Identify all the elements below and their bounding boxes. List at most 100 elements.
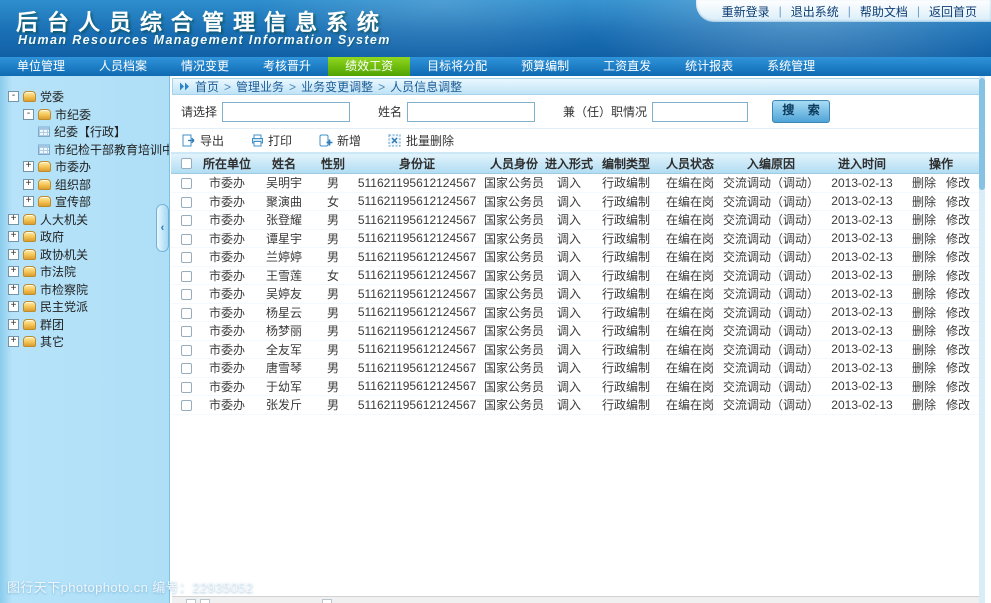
menu-item[interactable]: 预算编制 bbox=[504, 57, 586, 76]
batch-delete-button[interactable]: 批量删除 bbox=[388, 132, 454, 149]
tree-node[interactable]: +其它 bbox=[0, 333, 169, 351]
breadcrumb-item[interactable]: 人员信息调整 bbox=[390, 78, 462, 95]
menu-item[interactable]: 系统管理 bbox=[750, 57, 832, 76]
plus-icon[interactable]: + bbox=[8, 284, 19, 295]
menu-item[interactable]: 考核晋升 bbox=[246, 57, 328, 76]
edit-link[interactable]: 修改 bbox=[946, 343, 970, 357]
delete-link[interactable]: 删除 bbox=[912, 176, 936, 190]
delete-link[interactable]: 删除 bbox=[912, 361, 936, 375]
plus-icon[interactable]: + bbox=[8, 301, 19, 312]
row-checkbox[interactable] bbox=[181, 215, 192, 226]
tree-node[interactable]: -市纪委 bbox=[0, 106, 169, 124]
plus-icon[interactable]: + bbox=[8, 319, 19, 330]
plus-icon[interactable]: + bbox=[23, 179, 34, 190]
menu-item[interactable]: 工资直发 bbox=[586, 57, 668, 76]
tree-node[interactable]: +市委办 bbox=[0, 158, 169, 176]
menu-item[interactable]: 人员档案 bbox=[82, 57, 164, 76]
scrollbar-thumb[interactable] bbox=[979, 78, 985, 190]
row-checkbox[interactable] bbox=[181, 234, 192, 245]
plus-icon[interactable]: + bbox=[8, 214, 19, 225]
plus-icon[interactable]: + bbox=[23, 196, 34, 207]
header-link[interactable]: 返回首页 bbox=[929, 3, 977, 20]
row-checkbox[interactable] bbox=[181, 308, 192, 319]
edit-link[interactable]: 修改 bbox=[946, 287, 970, 301]
pager-control[interactable] bbox=[322, 599, 332, 603]
select-all-checkbox[interactable] bbox=[181, 158, 192, 169]
menu-item[interactable]: 统计报表 bbox=[668, 57, 750, 76]
delete-link[interactable]: 删除 bbox=[912, 287, 936, 301]
delete-link[interactable]: 删除 bbox=[912, 232, 936, 246]
delete-link[interactable]: 删除 bbox=[912, 195, 936, 209]
tree-node[interactable]: +政府 bbox=[0, 228, 169, 246]
row-checkbox[interactable] bbox=[181, 363, 192, 374]
pager-control[interactable] bbox=[186, 599, 196, 603]
delete-link[interactable]: 删除 bbox=[912, 306, 936, 320]
row-checkbox[interactable] bbox=[181, 345, 192, 356]
select-filter-input[interactable] bbox=[222, 102, 350, 122]
breadcrumb-item[interactable]: 首页 bbox=[195, 78, 219, 95]
delete-link[interactable]: 删除 bbox=[912, 324, 936, 338]
minus-icon[interactable]: - bbox=[8, 91, 19, 102]
row-checkbox[interactable] bbox=[181, 178, 192, 189]
edit-link[interactable]: 修改 bbox=[946, 324, 970, 338]
delete-link[interactable]: 删除 bbox=[912, 398, 936, 412]
breadcrumb-item[interactable]: 管理业务 bbox=[236, 78, 284, 95]
tree-node[interactable]: +群团 bbox=[0, 316, 169, 334]
row-checkbox[interactable] bbox=[181, 197, 192, 208]
menu-item[interactable]: 绩效工资 bbox=[328, 57, 410, 76]
tree-node[interactable]: 市纪检干部教育培训中心 bbox=[0, 141, 169, 159]
breadcrumb-item[interactable]: 业务变更调整 bbox=[301, 78, 373, 95]
edit-link[interactable]: 修改 bbox=[946, 213, 970, 227]
row-checkbox[interactable] bbox=[181, 326, 192, 337]
edit-link[interactable]: 修改 bbox=[946, 195, 970, 209]
print-button[interactable]: 打印 bbox=[251, 132, 292, 149]
header-link[interactable]: 退出系统 bbox=[791, 3, 839, 20]
name-filter-input[interactable] bbox=[407, 102, 535, 122]
edit-link[interactable]: 修改 bbox=[946, 269, 970, 283]
tree-node[interactable]: +组织部 bbox=[0, 176, 169, 194]
plus-icon[interactable]: + bbox=[8, 249, 19, 260]
row-checkbox[interactable] bbox=[181, 252, 192, 263]
concurrent-post-filter-input[interactable] bbox=[652, 102, 748, 122]
edit-link[interactable]: 修改 bbox=[946, 306, 970, 320]
tree-node[interactable]: -党委 bbox=[0, 88, 169, 106]
pager-control[interactable] bbox=[200, 599, 210, 603]
row-checkbox[interactable] bbox=[181, 289, 192, 300]
minus-icon[interactable]: - bbox=[23, 109, 34, 120]
tree-node[interactable]: +政协机关 bbox=[0, 246, 169, 264]
delete-link[interactable]: 删除 bbox=[912, 213, 936, 227]
edit-link[interactable]: 修改 bbox=[946, 232, 970, 246]
edit-link[interactable]: 修改 bbox=[946, 361, 970, 375]
vertical-scrollbar[interactable] bbox=[979, 76, 985, 603]
plus-icon[interactable]: + bbox=[8, 231, 19, 242]
edit-link[interactable]: 修改 bbox=[946, 250, 970, 264]
edit-link[interactable]: 修改 bbox=[946, 176, 970, 190]
menu-item[interactable]: 情况变更 bbox=[164, 57, 246, 76]
tree-node[interactable]: +市检察院 bbox=[0, 281, 169, 299]
header-link[interactable]: 重新登录 bbox=[722, 3, 770, 20]
plus-icon[interactable]: + bbox=[8, 336, 19, 347]
edit-link[interactable]: 修改 bbox=[946, 398, 970, 412]
tree-node[interactable]: +市法院 bbox=[0, 263, 169, 281]
delete-link[interactable]: 删除 bbox=[912, 250, 936, 264]
add-button[interactable]: 新增 bbox=[319, 132, 361, 149]
delete-link[interactable]: 删除 bbox=[912, 269, 936, 283]
search-button[interactable]: 搜 索 bbox=[772, 100, 830, 123]
export-button[interactable]: 导出 bbox=[182, 132, 224, 149]
tree-node[interactable]: +民主党派 bbox=[0, 298, 169, 316]
delete-link[interactable]: 删除 bbox=[912, 380, 936, 394]
pagination-strip[interactable] bbox=[172, 596, 979, 603]
row-checkbox[interactable] bbox=[181, 400, 192, 411]
tree-node[interactable]: +宣传部 bbox=[0, 193, 169, 211]
sidebar-collapse-handle[interactable]: ‹ bbox=[156, 204, 169, 252]
tree-node[interactable]: 纪委【行政】 bbox=[0, 123, 169, 141]
menu-item[interactable]: 单位管理 bbox=[0, 57, 82, 76]
delete-link[interactable]: 删除 bbox=[912, 343, 936, 357]
tree-node[interactable]: +人大机关 bbox=[0, 211, 169, 229]
plus-icon[interactable]: + bbox=[23, 161, 34, 172]
row-checkbox[interactable] bbox=[181, 271, 192, 282]
menu-item[interactable]: 目标将分配 bbox=[410, 57, 504, 76]
edit-link[interactable]: 修改 bbox=[946, 380, 970, 394]
row-checkbox[interactable] bbox=[181, 382, 192, 393]
plus-icon[interactable]: + bbox=[8, 266, 19, 277]
